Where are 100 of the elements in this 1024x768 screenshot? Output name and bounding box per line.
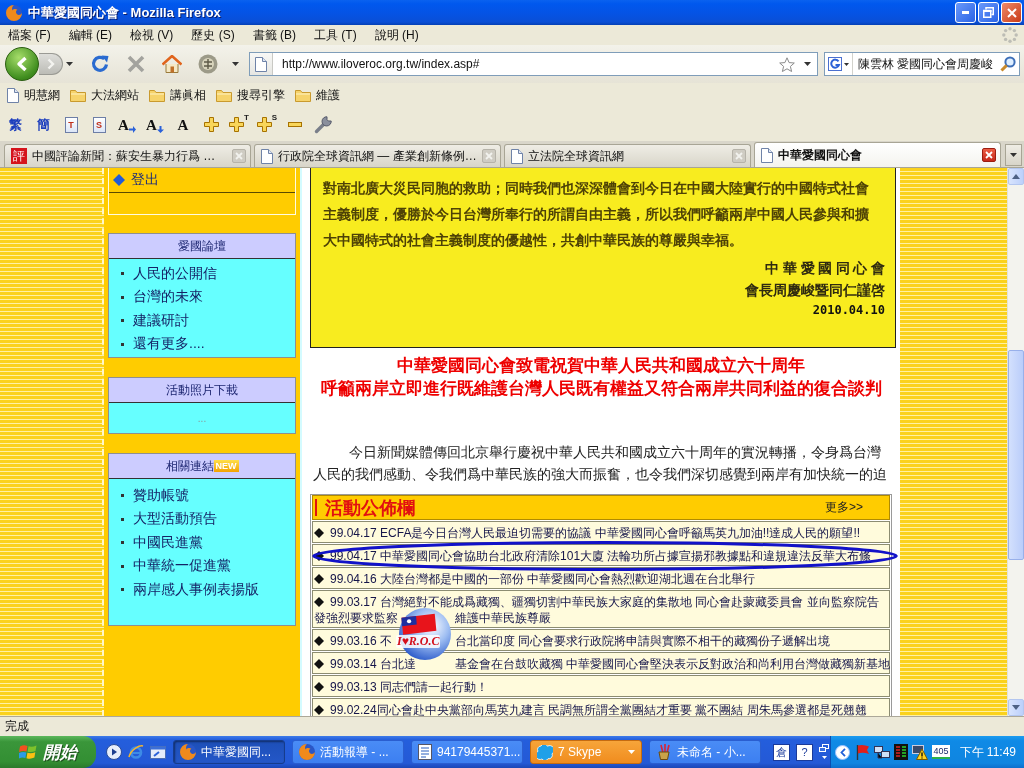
page-icon [7,88,19,103]
site-identity-button[interactable] [250,53,273,75]
meter-icon[interactable] [894,744,909,760]
minus-button[interactable] [288,122,302,127]
tab[interactable]: 中華愛國同心會 [754,142,1001,167]
section-title: 活動照片下載 [166,381,238,399]
tab-list-button[interactable] [1005,144,1022,166]
tab[interactable]: 行政院全球資訊網 — 產業創新條例… [254,144,501,167]
ime-button[interactable]: 倉 [773,743,790,761]
sidebar-link[interactable]: 中華統一促進黨 [133,557,231,576]
restore-button[interactable] [978,2,999,23]
sidebar-link[interactable]: 大型活動預告 [133,510,217,529]
sidebar-link[interactable]: 人民的公開信 [133,264,217,283]
search-engine-button[interactable] [825,53,853,75]
folder-icon [295,89,311,102]
menu-item[interactable]: 書籤 (B) [247,25,302,45]
plus-button[interactable] [203,117,219,132]
notice-link[interactable]: 99.03.16 不 [330,634,393,648]
scrollbar[interactable] [1007,168,1024,716]
notice-link[interactable]: 99.04.16 大陸台灣都是中國的一部份 中華愛國同心會熱烈歡迎湖北週在台北舉行 [330,572,756,586]
notice-link[interactable]: 99.04.17 ECFA是今日台灣人民最迫切需要的協議 中華愛國同心會呼籲馬英九加油!!達成人民的願望!! [330,526,861,540]
section-title: 相關連結 [165,457,214,475]
minimize-button[interactable] [955,2,976,23]
clock-text: 下午 11:49 [959,743,1016,761]
home-icon [162,55,182,73]
font-button[interactable]: A [177,116,189,133]
conversion-button[interactable]: 簡 [36,115,50,134]
plus-button[interactable]: S [256,117,278,132]
tab-close-button[interactable] [982,148,996,162]
taskbar-button[interactable]: 94179445371... [411,740,523,764]
close-button[interactable] [1001,2,1022,23]
font-button[interactable]: A [118,116,136,133]
menu-item[interactable]: 歷史 (S) [186,25,240,45]
star-icon[interactable] [779,56,795,72]
bookmark-item[interactable]: 明慧網 [3,84,64,107]
tray-badge[interactable]: 405 [932,745,950,759]
warning-icon[interactable] [912,744,929,760]
window-pair-icon[interactable] [819,744,829,760]
taskbar-button[interactable]: 中華愛國同... [173,740,285,764]
notice-link[interactable]: 99.03.14 台北達 [330,657,417,671]
taskbar-button[interactable]: 未命名 - 小... [649,740,761,764]
scroll-down-button[interactable] [1008,699,1024,716]
document-button[interactable]: S [92,116,106,133]
bookmark-item[interactable]: 搜尋引擎 [212,84,289,107]
scroll-up-button[interactable] [1008,168,1024,185]
page-icon [255,56,267,72]
document-button[interactable]: T [64,116,78,133]
sidebar-link[interactable]: 建議研討 [133,311,189,330]
tool-button[interactable] [314,115,332,134]
notice-link[interactable]: 基金會在台鼓吹藏獨 中華愛國同心會堅決表示反對政治和尚利用台灣做藏獨新基地 [455,657,891,671]
sidebar-link[interactable]: 還有更多.... [133,335,205,354]
back-button[interactable] [5,47,39,81]
diamond-icon [314,659,324,669]
plus-button[interactable]: T [229,117,249,132]
taskbar-button[interactable]: 活動報導 - ... [292,740,404,764]
notice-link[interactable]: 台北當印度 同心會要求行政院將申請與實際不相干的藏獨份子遞解出境 [455,634,831,648]
caret-icon[interactable] [804,62,811,66]
sidebar-link[interactable]: 中國民進黨 [133,533,203,552]
menu-item[interactable]: 編輯 (E) [63,25,117,45]
bookmark-item[interactable]: 維護 [291,84,344,107]
minus-icon [288,122,302,127]
ime-button[interactable]: ? [796,743,813,761]
window-icon[interactable] [150,744,166,760]
search-icon[interactable] [1000,56,1016,72]
sidebar-link[interactable]: 台灣的未來 [133,288,203,307]
notice-link[interactable]: 維護中華民族尊嚴 [455,611,551,625]
notice-link[interactable]: 99.03.13 同志們請一起行動！ [330,680,489,694]
orbit-ring-icon[interactable] [128,744,144,760]
address-field[interactable]: http://www.iloveroc.org.tw/index.asp# [249,52,818,76]
conversion-button[interactable]: 繁 [8,115,22,134]
logout-link[interactable]: 登出 [131,171,159,189]
caret-icon [65,62,73,66]
notice-link[interactable]: 99.03.17 台灣絕對不能成爲藏獨、疆獨切割中華民族大家庭的集散地 同心會赴蒙藏委員會 並向監察院告 [330,595,879,609]
home-button[interactable] [161,52,183,76]
more-link[interactable]: 更多>> [825,499,863,516]
network-icon[interactable] [874,744,891,760]
sidebar-link[interactable]: 贊助帳號 [133,486,189,505]
bookmark-item[interactable]: 大法網站 [66,84,143,107]
extension-button[interactable] [197,52,219,76]
search-field[interactable]: 陳雲林 愛國同心會周慶峻 [824,52,1020,76]
tab[interactable]: 立法院全球資訊網 [504,144,751,167]
flag-icon[interactable] [856,744,871,760]
tray-expand-button[interactable] [835,744,851,760]
menu-item[interactable]: 工具 (T) [309,25,362,45]
headline: 呼籲兩岸立即進行既維護台灣人民既有權益又符合兩岸共同利益的復合談判 [319,378,883,400]
signature-line: 中 華 愛 國 同 心 會 [764,259,885,278]
start-button[interactable]: 開始 [0,736,96,768]
notice-link[interactable]: 發強烈要求監察 [314,611,398,625]
scroll-thumb[interactable] [1008,350,1024,560]
menu-item[interactable]: 說明 (H) [369,25,424,45]
sidebar-link[interactable]: 兩岸感人事例表揚版 [133,580,259,599]
play-button-icon[interactable] [106,744,122,760]
menu-item[interactable]: 檔案 (F) [3,25,56,45]
bookmark-item[interactable]: 講眞相 [145,84,210,107]
notice-link[interactable]: 99.02.24同心會赴中央黨部向馬英九建言 民調無所謂全黨團結才重要 黨不團結 周朱馬參選都是死翹翹 [330,703,867,716]
font-button[interactable]: A [146,116,164,133]
menu-item[interactable]: 檢視 (V) [125,25,179,45]
headline: 中華愛國同心會致電祝賀中華人民共和國成立六十周年 [396,355,806,377]
tab[interactable]: 評 中國評論新聞：蘇安生暴力行爲 … [4,144,251,167]
close-icon [735,152,743,160]
